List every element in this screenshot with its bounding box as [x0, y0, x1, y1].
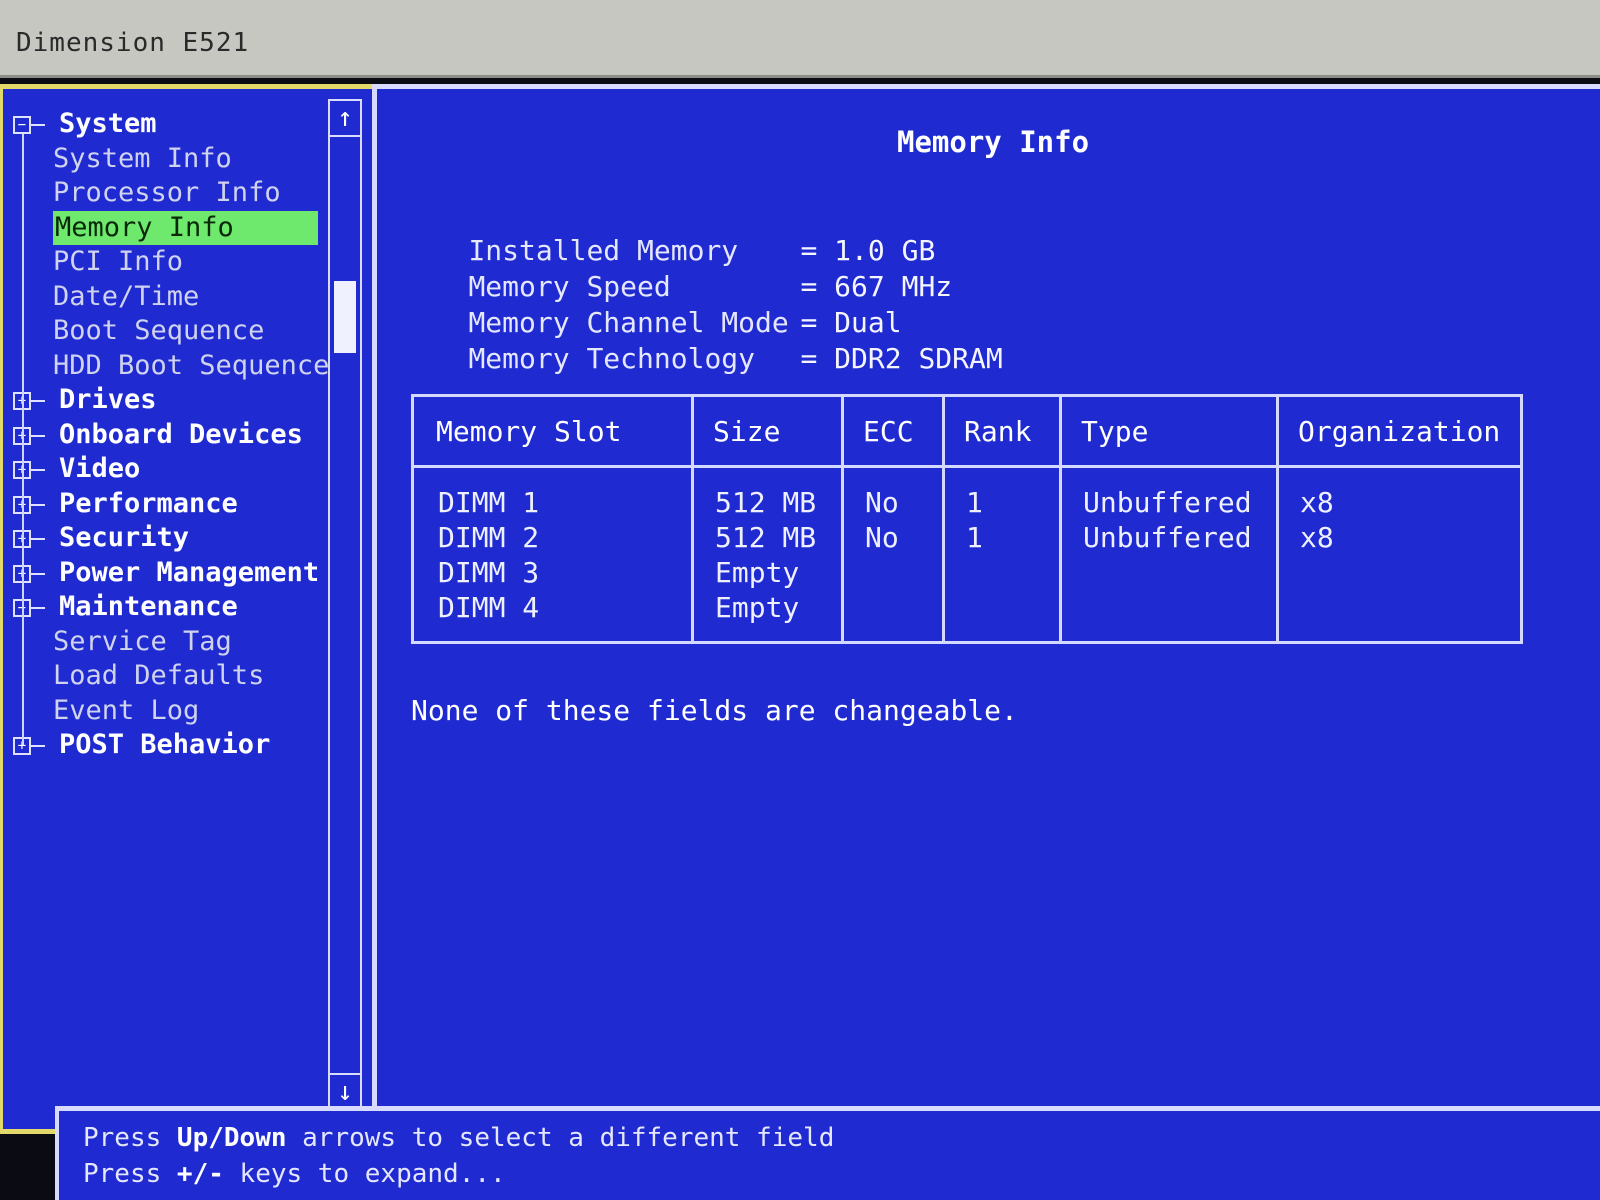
column-header-rank: Rank	[964, 415, 1032, 448]
table-cell-type: Unbuffered	[1083, 486, 1252, 519]
table-column-divider	[1059, 397, 1062, 641]
tree-item-performance[interactable]: Performance	[59, 487, 238, 521]
table-cell-memory-slot: DIMM 1	[438, 486, 540, 519]
help-line-2: Press +/- keys to expand...	[83, 1159, 506, 1189]
tree-guide-line	[22, 134, 24, 745]
scroll-thumb[interactable]	[334, 281, 356, 353]
tree-item-date-time[interactable]: Date/Time	[53, 280, 199, 314]
table-cell-memory-slot: DIMM 4	[438, 591, 540, 624]
table-cell-size: 512 MB	[715, 521, 817, 554]
table-cell-ecc: No	[865, 486, 899, 519]
column-header-organization: Organization	[1298, 415, 1501, 448]
table-column-divider	[942, 397, 945, 641]
table-cell-size: Empty	[715, 591, 800, 624]
tree-item-hdd-boot-sequence[interactable]: HDD Boot Sequence	[53, 349, 329, 383]
tree-connector	[31, 572, 45, 575]
scroll-down-arrow-icon[interactable]: ↓	[330, 1073, 360, 1109]
table-cell-size: 512 MB	[715, 486, 817, 519]
column-header-size: Size	[713, 415, 781, 448]
content-panel: Memory Info Installed Memory = 1.0 GB Mem…	[372, 84, 1600, 1134]
help-text: Press	[83, 1123, 177, 1153]
tree-item-memory-info[interactable]: Memory Info	[53, 210, 318, 245]
tree-item-load-defaults[interactable]: Load Defaults	[53, 659, 264, 693]
table-cell-organization: x8	[1300, 521, 1334, 554]
help-text: arrows to select a different field	[286, 1123, 835, 1153]
title-bar: Dimension E521	[0, 0, 1600, 78]
info-value: = DDR2 SDRAM	[800, 342, 1003, 375]
tree-item-service-tag[interactable]: Service Tag	[53, 625, 232, 659]
table-cell-type: Unbuffered	[1083, 521, 1252, 554]
memory-slot-table: Memory Slot Size ECC Rank Type Organization DI…	[411, 394, 1523, 644]
tree-item-drives[interactable]: Drives	[59, 383, 157, 417]
table-cell-memory-slot: DIMM 3	[438, 556, 540, 589]
tree-item-boot-sequence[interactable]: Boot Sequence	[53, 314, 264, 348]
table-column-divider	[691, 397, 694, 641]
help-key: +/-	[176, 1159, 224, 1189]
tree-item-system[interactable]: System	[59, 107, 157, 141]
tree-item-processor-info[interactable]: Processor Info	[53, 176, 281, 210]
tree-item-post-behavior[interactable]: POST Behavior	[59, 728, 270, 762]
table-column-divider	[841, 397, 844, 641]
tree-item-onboard-devices[interactable]: Onboard Devices	[59, 418, 303, 452]
window-title: Dimension E521	[16, 28, 250, 58]
help-text: keys to expand...	[223, 1159, 506, 1189]
help-bar: Press Up/Down arrows to select a differe…	[55, 1106, 1600, 1200]
tree-connector	[31, 503, 45, 506]
table-cell-size: Empty	[715, 556, 800, 589]
help-line-1: Press Up/Down arrows to select a differe…	[83, 1123, 834, 1153]
tree-item-power-management[interactable]: Power Management	[59, 556, 319, 590]
column-header-memory-slot: Memory Slot	[436, 415, 622, 448]
tree-connector	[31, 434, 45, 437]
table-cell-rank: 1	[966, 486, 983, 519]
settings-tree: − System System Info Processor Info Memory I…	[7, 99, 332, 859]
tree-connector	[31, 538, 45, 540]
help-text: Press	[83, 1159, 177, 1189]
tree-connector	[31, 400, 45, 402]
tree-connector	[31, 124, 45, 126]
table-cell-organization: x8	[1300, 486, 1334, 519]
tree-scrollbar[interactable]: ↑ ↓	[328, 99, 362, 1111]
tree-item-security[interactable]: Security	[59, 521, 189, 555]
column-header-type: Type	[1081, 415, 1149, 448]
tree-item-maintenance[interactable]: Maintenance	[59, 590, 238, 624]
tree-item-pci-info[interactable]: PCI Info	[53, 245, 183, 279]
column-header-ecc: ECC	[863, 415, 914, 448]
navigation-panel: − System System Info Processor Info Memory I…	[0, 84, 400, 1134]
read-only-note: None of these fields are changeable.	[411, 694, 1018, 727]
tree-connector	[31, 745, 45, 747]
scroll-up-arrow-icon[interactable]: ↑	[330, 101, 360, 137]
page-title: Memory Info	[897, 125, 1090, 159]
tree-connector	[31, 607, 45, 609]
table-header-divider	[414, 465, 1520, 468]
tree-item-system-info[interactable]: System Info	[53, 142, 232, 176]
table-cell-memory-slot: DIMM 2	[438, 521, 540, 554]
tree-item-event-log[interactable]: Event Log	[53, 694, 199, 728]
tree-item-video[interactable]: Video	[59, 452, 140, 486]
info-label: Memory Technology	[468, 342, 756, 375]
table-cell-ecc: No	[865, 521, 899, 554]
collapse-icon[interactable]: −	[13, 116, 31, 134]
table-column-divider	[1276, 397, 1279, 641]
help-key: Up/Down	[176, 1123, 287, 1153]
table-cell-rank: 1	[966, 521, 983, 554]
tree-connector	[31, 469, 45, 471]
